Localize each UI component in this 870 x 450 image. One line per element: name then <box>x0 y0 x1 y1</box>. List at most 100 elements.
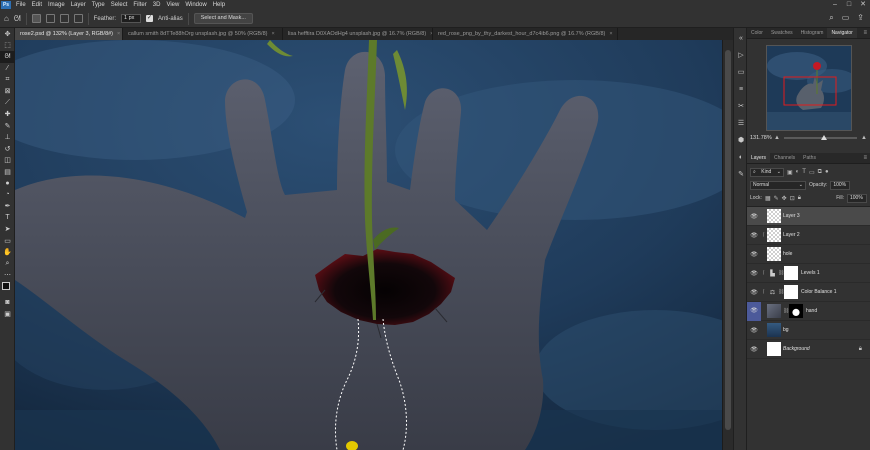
minimize-button[interactable]: – <box>828 0 842 10</box>
visibility-eye-icon[interactable]: 👁︎ <box>747 251 761 258</box>
tools-preset-icon[interactable]: ✂ <box>734 99 748 113</box>
layer-mask-thumbnail[interactable] <box>789 304 803 318</box>
dodge-tool-icon[interactable]: ◔ <box>0 189 15 201</box>
brush-tool-icon[interactable]: ✎ <box>0 120 15 132</box>
layer-name[interactable]: hand <box>806 308 817 314</box>
zoom-slider[interactable] <box>783 135 858 140</box>
layer-name[interactable]: Color Balance 1 <box>801 289 837 295</box>
layer-thumbnail[interactable] <box>767 323 781 337</box>
new-selection-icon[interactable] <box>31 14 41 23</box>
character-icon[interactable]: ≡ <box>734 82 748 96</box>
zoom-slider-handle[interactable] <box>821 135 828 140</box>
tab-histogram[interactable]: Histogram <box>797 28 828 38</box>
antialias-checkbox[interactable]: ✓ <box>146 15 154 22</box>
visibility-eye-icon[interactable]: 👁︎ <box>747 289 761 296</box>
tab-callum-smith[interactable]: callum smith 8dTTe88hOrg unsplash.jpg @ … <box>123 28 283 40</box>
libraries-icon[interactable]: ⬢ <box>734 133 748 147</box>
move-tool-icon[interactable]: ✥ <box>0 28 15 40</box>
pen-tool-icon[interactable]: ✒ <box>0 201 15 213</box>
menu-select[interactable]: Select <box>108 2 131 8</box>
layer-name[interactable]: Background <box>783 346 810 352</box>
lock-position-icon[interactable]: ✥ <box>782 195 787 202</box>
tab-rose2[interactable]: rose2.psd @ 132% (Layer 3, RGB/8#) × <box>15 28 123 40</box>
layer-row[interactable]: 👁︎ ⌈ ▙ ⛓ Levels 1 <box>747 264 870 283</box>
tab-swatches[interactable]: Swatches <box>767 28 797 38</box>
maximize-button[interactable]: □ <box>842 0 856 10</box>
intersect-selection-icon[interactable] <box>73 14 83 23</box>
collapse-icon[interactable]: « <box>734 31 748 45</box>
history-brush-icon[interactable]: ↺ <box>0 143 15 155</box>
menu-type[interactable]: Type <box>89 2 108 8</box>
path-select-icon[interactable]: ➤ <box>0 224 15 236</box>
color-swatches[interactable] <box>0 281 15 297</box>
panel-menu-icon[interactable]: ≡ <box>863 28 870 38</box>
tab-red-rose[interactable]: red_rose_png_by_thy_darkest_hour_d7c4ib6… <box>433 28 618 40</box>
layer-name[interactable]: Levels 1 <box>801 270 820 276</box>
visibility-eye-icon[interactable]: 👁︎ <box>747 327 761 334</box>
visibility-eye-icon[interactable]: 👁︎ <box>747 213 761 220</box>
subtract-selection-icon[interactable] <box>59 14 69 23</box>
menu-window[interactable]: Window <box>182 2 209 8</box>
layer-name[interactable]: hole <box>783 251 792 257</box>
workspace-icon[interactable]: ▭ <box>842 13 850 23</box>
gradient-tool-icon[interactable]: ▤ <box>0 166 15 178</box>
clone-stamp-icon[interactable]: ⊥ <box>0 132 15 144</box>
adjustments-icon[interactable]: ☰ <box>734 116 748 130</box>
add-selection-icon[interactable] <box>45 14 55 23</box>
close-tab-icon[interactable]: × <box>271 31 274 37</box>
menu-3d[interactable]: 3D <box>150 2 164 8</box>
smart-filter-icon[interactable]: ⧉ <box>818 169 822 176</box>
tab-layers[interactable]: Layers <box>747 153 771 163</box>
zoom-percentage[interactable]: 131.78% <box>750 135 772 141</box>
foreground-color-swatch[interactable] <box>2 282 10 290</box>
eraser-tool-icon[interactable]: ◫ <box>0 155 15 167</box>
color-balance-adjustment-icon[interactable]: ⚖ <box>767 289 778 296</box>
layer-thumbnail[interactable] <box>767 304 781 318</box>
lock-icon[interactable]: 🔒︎ <box>859 346 862 353</box>
share-icon[interactable]: ⇪ <box>857 13 864 23</box>
menu-filter[interactable]: Filter <box>130 2 149 8</box>
zoom-tool-icon[interactable]: ⌕ <box>0 258 15 270</box>
home-icon[interactable]: ⌂ <box>4 14 9 23</box>
pixel-filter-icon[interactable]: ▣ <box>787 169 793 176</box>
visibility-eye-icon[interactable]: 👁︎ <box>747 232 761 239</box>
canvas-scrollbar[interactable] <box>722 40 733 450</box>
select-and-mask-button[interactable]: Select and Mask... <box>193 13 253 24</box>
layer-thumbnail[interactable] <box>767 247 781 261</box>
more-tools-icon[interactable]: ⋯ <box>0 270 15 282</box>
tab-channels[interactable]: Channels <box>770 153 799 163</box>
close-button[interactable]: ✕ <box>856 0 870 10</box>
hand-tool-icon[interactable]: ✋ <box>0 247 15 259</box>
type-tool-icon[interactable]: T <box>0 212 15 224</box>
panel-menu-icon[interactable]: ≡ <box>863 153 870 163</box>
menu-file[interactable]: File <box>13 2 29 8</box>
layer-row[interactable]: 👁︎ bg <box>747 321 870 340</box>
shape-filter-icon[interactable]: ▭ <box>809 169 815 176</box>
eyedropper-tool-icon[interactable]: ⟋ <box>0 97 15 109</box>
layer-name[interactable]: Layer 3 <box>783 213 800 219</box>
rectangle-tool-icon[interactable]: ▭ <box>0 235 15 247</box>
healing-brush-icon[interactable]: ✚ <box>0 109 15 121</box>
tab-paths[interactable]: Paths <box>799 153 820 163</box>
feather-input[interactable]: 1 px <box>121 14 142 23</box>
layer-row[interactable]: 👁︎ hole <box>747 245 870 264</box>
lasso-tool-icon[interactable]: ᘛ <box>0 51 15 63</box>
visibility-eye-icon[interactable]: 👁︎ <box>747 301 761 321</box>
crop-tool-icon[interactable]: ⌗ <box>0 74 15 86</box>
tab-navigator[interactable]: Navigator <box>827 28 857 38</box>
filter-kind-select[interactable]: ⌕ Kind ⌄ <box>750 167 784 177</box>
frame-tool-icon[interactable]: ⊠ <box>0 86 15 98</box>
adjustment-filter-icon[interactable]: ◐ <box>796 169 800 175</box>
levels-adjustment-icon[interactable]: ▙ <box>767 270 778 277</box>
quick-select-tool-icon[interactable]: ⁄ <box>0 63 15 75</box>
lock-all-icon[interactable]: 🔒︎ <box>798 195 801 202</box>
layer-row[interactable]: 👁︎ ⌈ Layer 2 <box>747 226 870 245</box>
layer-name[interactable]: bg <box>783 327 789 333</box>
fill-input[interactable]: 100% <box>847 193 867 203</box>
tab-color[interactable]: Color <box>747 28 767 38</box>
menu-image[interactable]: Image <box>45 2 68 8</box>
layer-thumbnail[interactable] <box>767 228 781 242</box>
close-tab-icon[interactable]: × <box>609 31 612 37</box>
properties-icon[interactable]: ▭ <box>734 65 748 79</box>
layer-row[interactable]: 👁︎ ⛓ hand <box>747 301 870 321</box>
